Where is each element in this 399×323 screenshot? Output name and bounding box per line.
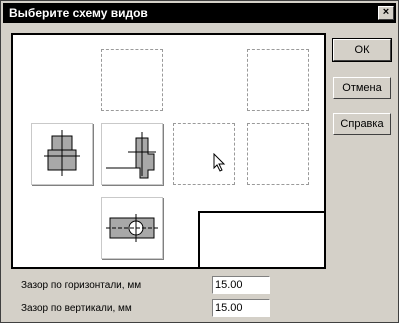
view-slot-top-right[interactable] [247, 49, 309, 111]
view-slot-far-right[interactable] [247, 123, 309, 185]
view-slot-top[interactable] [101, 49, 163, 111]
view-scheme-dialog: Выберите схему видов × ОК Отмена Справка… [0, 0, 399, 323]
top-view-icon [106, 214, 158, 242]
view-layout-canvas[interactable] [11, 33, 326, 269]
vertical-gap-input[interactable] [212, 299, 270, 317]
dialog-title: Выберите схему видов [9, 6, 148, 20]
vertical-gap-label: Зазор по вертикали, мм [21, 303, 132, 314]
drawing-frame-corner [198, 211, 326, 269]
title-bar: Выберите схему видов × [3, 3, 396, 23]
view-slot-bottom[interactable] [101, 197, 163, 259]
horizontal-gap-input[interactable] [212, 276, 270, 294]
side-view-icon [44, 130, 80, 176]
close-icon: × [382, 6, 390, 18]
mouse-pointer-icon [213, 153, 226, 172]
cancel-button[interactable]: Отмена [333, 77, 391, 99]
close-button[interactable]: × [378, 6, 394, 20]
view-slot-front[interactable] [101, 123, 163, 185]
horizontal-gap-label: Зазор по горизонтали, мм [21, 280, 142, 291]
ok-button[interactable]: ОК [332, 38, 392, 62]
view-slot-left[interactable] [31, 123, 93, 185]
help-button[interactable]: Справка [333, 113, 391, 135]
front-view-icon [106, 132, 156, 179]
